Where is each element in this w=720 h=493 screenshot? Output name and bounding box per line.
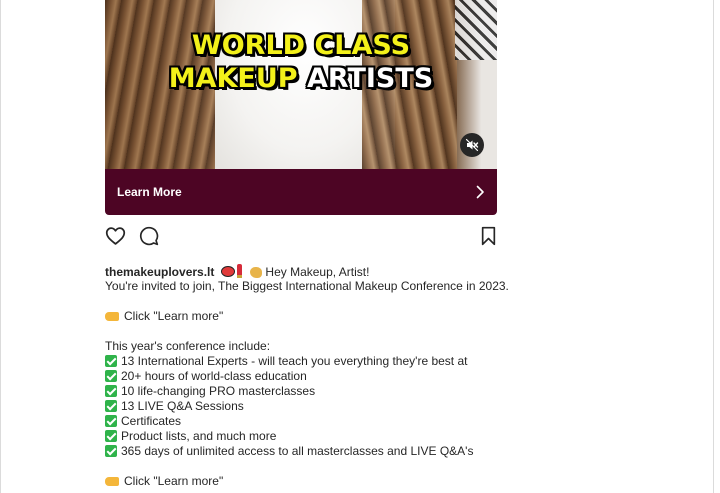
list-item-text: Product lists, and much more bbox=[121, 429, 277, 443]
caption-click-line-1: Click "Learn more" bbox=[105, 309, 525, 324]
include-heading: This year's conference include: bbox=[105, 339, 271, 353]
bookmark-icon[interactable] bbox=[480, 226, 497, 246]
list-item-text: Certificates bbox=[121, 414, 182, 428]
ad-video[interactable]: WORLD CLASS MAKEUP ARTISTS bbox=[105, 0, 497, 169]
list-item: 10 life-changing PRO masterclasses bbox=[105, 384, 525, 399]
pointing-hand-icon bbox=[105, 312, 119, 321]
heart-icon[interactable] bbox=[105, 226, 126, 246]
list-item-text: 365 days of unlimited access to all mast… bbox=[121, 444, 474, 458]
pointing-hand-icon bbox=[105, 477, 119, 486]
speaker-muted-icon bbox=[465, 138, 479, 152]
post-username[interactable]: themakeuplovers.lt bbox=[105, 265, 214, 279]
learn-more-label: Learn More bbox=[117, 185, 182, 199]
sponsored-post: WORLD CLASS MAKEUP ARTISTS Learn More bbox=[105, 0, 497, 215]
checkmark-icon bbox=[105, 370, 117, 382]
mute-button[interactable] bbox=[460, 133, 484, 157]
list-item: 20+ hours of world-class education bbox=[105, 369, 525, 384]
caption-first-line: themakeuplovers.lt Hey Makeup, Artist! bbox=[105, 264, 525, 279]
checkmark-icon bbox=[105, 355, 117, 367]
checkmark-icon bbox=[105, 415, 117, 427]
caption-click-line-2: Click "Learn more" bbox=[105, 474, 525, 489]
list-item-text: 20+ hours of world-class education bbox=[121, 369, 307, 383]
lips-icon bbox=[220, 266, 235, 277]
checkmark-icon bbox=[105, 430, 117, 442]
checkmark-icon bbox=[105, 385, 117, 397]
feed-right-border bbox=[713, 0, 714, 493]
list-item-text: 13 International Experts - will teach yo… bbox=[121, 354, 468, 368]
list-item: Certificates bbox=[105, 414, 525, 429]
checkmark-icon bbox=[105, 445, 117, 457]
list-item: 13 LIVE Q&A Sessions bbox=[105, 399, 525, 414]
ad-headline-line2: MAKEUP ARTISTS bbox=[105, 63, 497, 94]
click-learn-more-1: Click "Learn more" bbox=[124, 309, 224, 323]
greeting-text: Hey Makeup, Artist! bbox=[265, 265, 370, 279]
feed-left-border bbox=[0, 0, 1, 493]
list-item: Product lists, and much more bbox=[105, 429, 525, 444]
caption-invite: You're invited to join, The Biggest Inte… bbox=[105, 279, 509, 293]
ad-headline-artists: ARTISTS bbox=[307, 63, 434, 94]
list-item: 365 days of unlimited access to all mast… bbox=[105, 444, 525, 459]
chevron-right-icon bbox=[476, 185, 484, 199]
checkmark-icon bbox=[105, 400, 117, 412]
learn-more-bar[interactable]: Learn More bbox=[105, 169, 497, 215]
lipstick-icon bbox=[236, 264, 242, 278]
list-item-text: 13 LIVE Q&A Sessions bbox=[121, 399, 244, 413]
ad-headline-line1: WORLD CLASS bbox=[191, 30, 411, 61]
comment-icon[interactable] bbox=[139, 226, 159, 246]
list-item-text: 10 life-changing PRO masterclasses bbox=[121, 384, 316, 398]
post-caption: themakeuplovers.lt Hey Makeup, Artist! Y… bbox=[105, 264, 525, 489]
click-learn-more-2: Click "Learn more" bbox=[124, 474, 224, 488]
list-item: 13 International Experts - will teach yo… bbox=[105, 354, 525, 369]
palette-icon bbox=[250, 267, 263, 278]
ad-headline-makeup: MAKEUP bbox=[168, 63, 298, 94]
